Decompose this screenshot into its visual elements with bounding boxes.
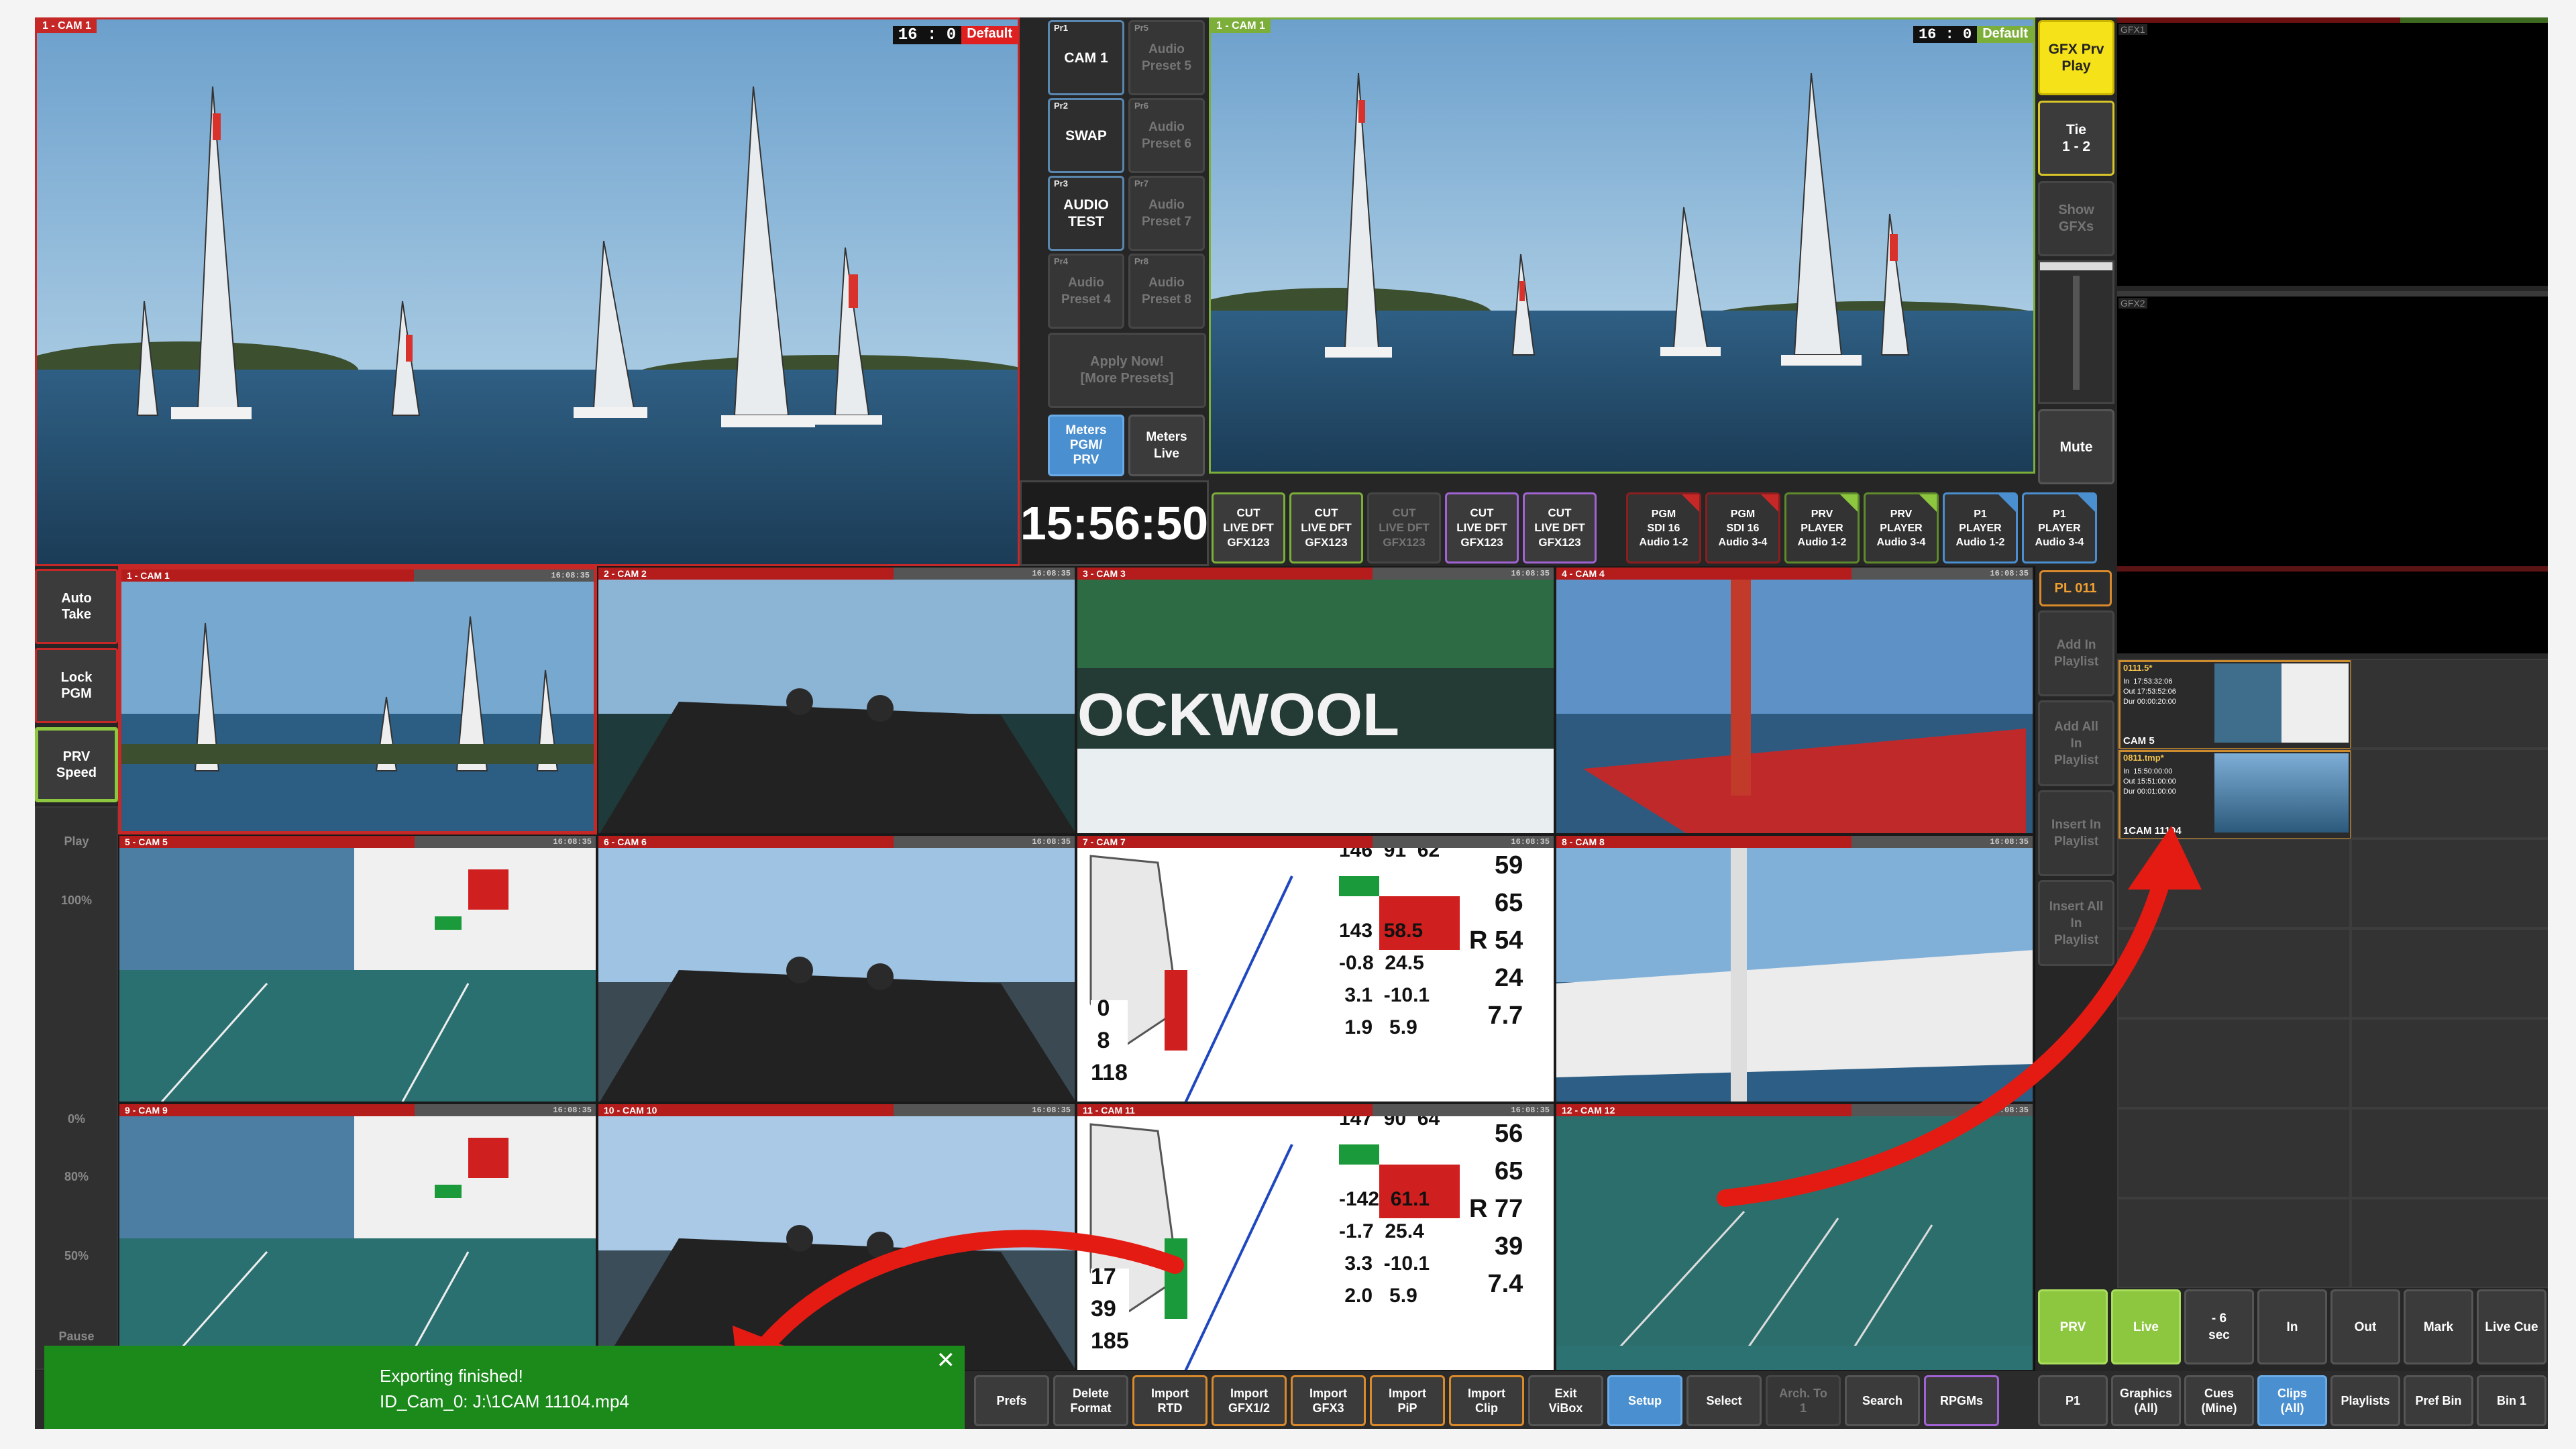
toast-title: Exporting finished! — [380, 1366, 523, 1386]
vibox-app: 1 - CAM 1 16 : 0 Default Pr1 CAM 1 Pr5 Audi… — [35, 17, 2548, 1429]
arrow-to-clip — [1717, 874, 2170, 1207]
export-toast: Exporting finished! ID_Cam_0: J:\1CAM 11… — [44, 1346, 965, 1429]
arrow-to-clip-head — [2128, 826, 2202, 890]
toast-detail: ID_Cam_0: J:\1CAM 11104.mp4 — [380, 1391, 629, 1411]
annotation-arrows — [733, 826, 2202, 1386]
arrow-to-toast — [751, 1230, 1184, 1361]
toast-close-icon[interactable]: ✕ — [936, 1347, 956, 1374]
